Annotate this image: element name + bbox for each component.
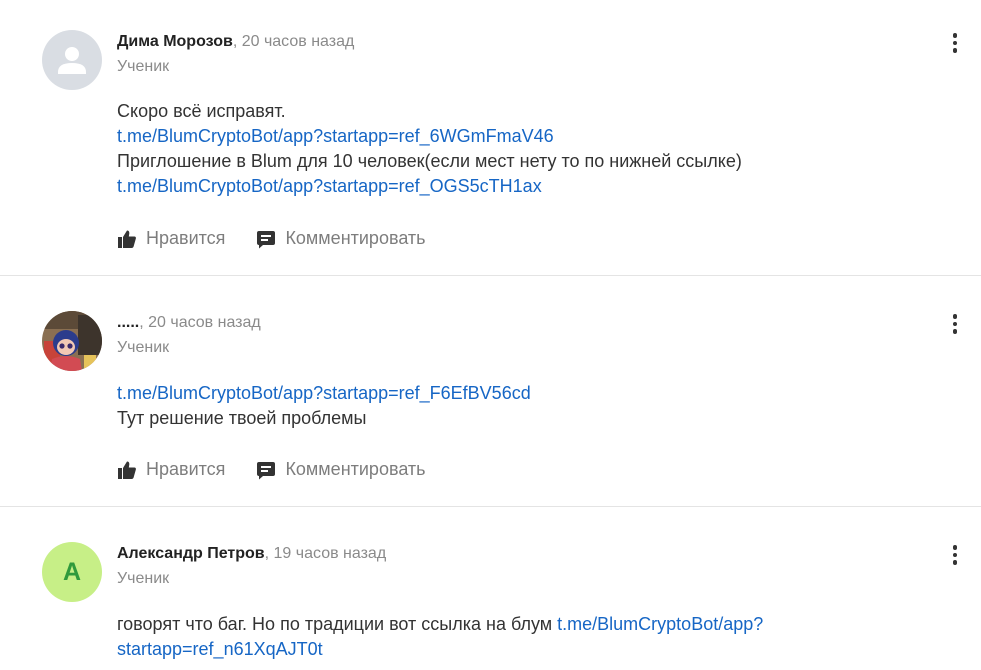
comment-text: Приглошение в Blum для 10 человек(если м… [117,151,742,171]
more-options-icon[interactable] [944,30,966,56]
avatar[interactable] [42,311,102,371]
author-role: Ученик [117,339,170,356]
author-name[interactable]: Александр Петров [117,545,265,562]
author-role: Ученик [117,570,170,587]
comment-item: ....., 20 часов назад Ученик t.me/BlumCr… [0,276,981,506]
author-role: Ученик [117,58,170,75]
comment-item: Дима Морозов, 20 часов назад Ученик Скор… [0,0,981,275]
comment-actions: Нравится Комментировать [117,228,426,249]
more-options-icon[interactable] [944,311,966,337]
comment-header: Александр Петров, 19 часов назад [117,544,386,564]
comment-label: Комментировать [285,459,426,479]
comment-time: , 20 часов назад [139,314,261,331]
comment-link-continued[interactable]: startapp=ref_n61XqAJT0t [117,637,897,662]
thumbs-up-icon [118,461,136,479]
avatar-letter: A [62,557,82,586]
comment-header: Дима Морозов, 20 часов назад [117,32,354,52]
comment-button[interactable]: Комментировать [256,459,426,480]
avatar[interactable] [42,30,102,90]
like-label: Нравится [146,459,226,479]
avatar[interactable]: A [42,542,102,602]
author-name[interactable]: ..... [117,314,139,331]
user-placeholder-icon [58,47,86,74]
comment-icon [257,461,276,479]
comment-item: A Александр Петров, 19 часов назад Учени… [0,507,981,670]
like-button[interactable]: Нравится [117,459,225,480]
comment-body: t.me/BlumCryptoBot/app?startapp=ref_F6Ef… [117,381,897,431]
comment-text: Тут решение твоей проблемы [117,408,367,428]
comment-label: Комментировать [285,228,426,248]
comment-time: , 20 часов назад [232,33,355,50]
comment-body: говорят что баг. Но по традиции вот ссыл… [117,612,897,662]
comment-button[interactable]: Комментировать [256,228,426,249]
comment-body: Скоро всё исправят. t.me/BlumCryptoBot/a… [117,99,897,199]
comment-time: , 19 часов назад [264,545,387,562]
photo-avatar [42,311,102,371]
comment-text: Скоро всё исправят. [117,101,286,121]
comment-text: говорят что баг. Но по традиции вот ссыл… [117,614,558,634]
comment-actions: Нравится Комментировать [117,459,426,480]
comment-link[interactable]: t.me/BlumCryptoBot/app?startapp=ref_6WGm… [117,124,897,149]
thumbs-up-icon [118,230,136,248]
comment-link[interactable]: t.me/BlumCryptoBot/app?startapp=ref_OGS5… [117,174,897,199]
like-label: Нравится [146,228,226,248]
more-options-icon[interactable] [944,542,966,568]
comment-link[interactable]: t.me/BlumCryptoBot/app?startapp=ref_F6Ef… [117,381,897,406]
like-button[interactable]: Нравится [117,228,225,249]
comment-icon [257,230,276,248]
comment-header: ....., 20 часов назад [117,313,261,333]
author-name[interactable]: Дима Морозов [117,33,233,50]
comment-link[interactable]: t.me/BlumCryptoBot/app? [557,614,763,634]
